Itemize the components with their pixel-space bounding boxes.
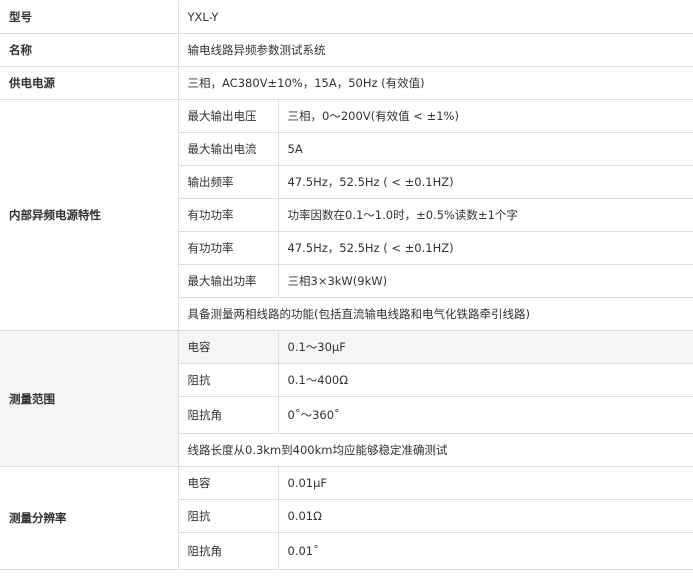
param-name: 最大输出电压 bbox=[177, 99, 278, 133]
param-value: 0.01˚ bbox=[277, 532, 693, 570]
param-value: 三相，0～200V(有效值 < ±1%) bbox=[277, 99, 693, 133]
table-row: 供电电源 三相，AC380V±10%，15A，50Hz (有效值) bbox=[0, 66, 693, 100]
param-name: 输出频率 bbox=[177, 165, 278, 199]
param-value: 5A bbox=[277, 132, 693, 166]
group-label: 测量范围 bbox=[0, 330, 178, 467]
group-note: 具备测量两相线路的功能(包括直流输电线路和电气化铁路牵引线路) bbox=[177, 297, 693, 331]
param-name: 电容 bbox=[177, 330, 278, 364]
row-value: YXL-Y bbox=[177, 1, 693, 34]
param-name: 阻抗角 bbox=[177, 396, 278, 434]
param-name: 有功功率 bbox=[177, 231, 278, 265]
group-note: 线路长度从0.3km到400km均应能够稳定准确测试 bbox=[177, 433, 693, 467]
param-value: 0.01μF bbox=[277, 466, 693, 500]
param-value: 功率因数在0.1～1.0时，±0.5%读数±1个字 bbox=[277, 198, 693, 232]
row-label: 型号 bbox=[0, 1, 178, 34]
group-label: 内部异频电源特性 bbox=[0, 99, 178, 331]
param-value: 0.1～400Ω bbox=[277, 363, 693, 397]
table-row: 名称 输电线路异频参数测试系统 bbox=[0, 33, 693, 67]
table-row: 测量范围 电容 0.1～30μF bbox=[0, 330, 693, 467]
spec-table: 型号 YXL-Y 名称 输电线路异频参数测试系统 供电电源 三相，AC380V±… bbox=[0, 1, 693, 570]
row-value: 输电线路异频参数测试系统 bbox=[177, 33, 693, 67]
param-name: 阻抗 bbox=[177, 363, 278, 397]
param-value: 47.5Hz，52.5Hz ( < ±0.1HZ) bbox=[277, 165, 693, 199]
table-row: 内部异频电源特性 最大输出电压 三相，0～200V(有效值 < ±1%) bbox=[0, 99, 693, 331]
row-label: 名称 bbox=[0, 33, 178, 67]
param-name: 电容 bbox=[177, 466, 278, 500]
param-name: 阻抗角 bbox=[177, 532, 278, 570]
param-name: 最大输出功率 bbox=[177, 264, 278, 298]
param-name: 有功功率 bbox=[177, 198, 278, 232]
group-label: 测量分辨率 bbox=[0, 466, 178, 570]
param-value: 47.5Hz，52.5Hz ( < ±0.1HZ) bbox=[277, 231, 693, 265]
table-row: 测量分辨率 电容 0.01μF bbox=[0, 466, 693, 570]
row-label: 供电电源 bbox=[0, 66, 178, 100]
param-value: 三相3×3kW(9kW) bbox=[277, 264, 693, 298]
param-value: 0.1～30μF bbox=[277, 330, 693, 364]
param-name: 最大输出电流 bbox=[177, 132, 278, 166]
param-name: 阻抗 bbox=[177, 499, 278, 533]
row-value: 三相，AC380V±10%，15A，50Hz (有效值) bbox=[177, 66, 693, 100]
param-value: 0˚～360˚ bbox=[277, 396, 693, 434]
table-row: 型号 YXL-Y bbox=[0, 1, 693, 34]
param-value: 0.01Ω bbox=[277, 499, 693, 533]
